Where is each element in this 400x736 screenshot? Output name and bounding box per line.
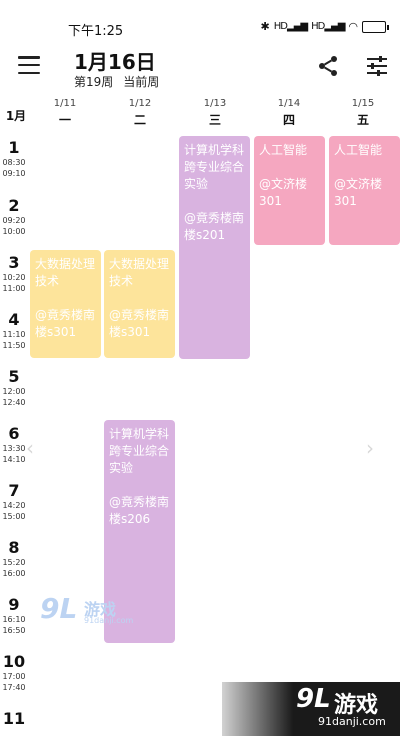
slot-8: 8 15:20 16:00 xyxy=(2,538,26,578)
timetable-grid: 1 08:30 09:10 2 09:20 10:00 3 10:20 11:00 4 11:… xyxy=(0,134,400,736)
month-label: 1月 xyxy=(5,109,27,123)
slot-1: 1 08:30 09:10 xyxy=(2,138,26,178)
chevron-right-icon[interactable]: › xyxy=(366,436,380,460)
slot-3: 3 10:20 11:00 xyxy=(2,253,26,293)
page-title: 1月16日 xyxy=(74,50,156,74)
day-header-wed: 1/13 三 xyxy=(203,98,227,127)
week-info: 第19周 当前周 xyxy=(74,73,159,90)
slot-10: 10 17:00 17:40 xyxy=(2,652,26,692)
slot-9: 9 16:10 16:50 xyxy=(2,595,26,635)
day-header-row: 1月 1/11 一 1/12 二 1/13 三 1/14 四 1/15 五 xyxy=(0,96,400,132)
watermark-logo: 9L 游戏 91danji.com xyxy=(40,592,134,625)
status-time: 下午1:25 xyxy=(68,24,124,39)
week-number: 第19周 xyxy=(74,75,114,89)
day-header-fri: 1/15 五 xyxy=(351,98,375,127)
chevron-left-icon[interactable]: ‹ xyxy=(26,436,40,460)
status-bar: 下午1:25 ✱ HD▂▄▆ HD▂▄▆ ◠ xyxy=(0,0,400,40)
day-header-thu: 1/14 四 xyxy=(277,98,301,127)
day-header-tue: 1/12 二 xyxy=(128,98,152,127)
tune-icon[interactable] xyxy=(366,56,388,76)
signal-icon-2: HD▂▄▆ xyxy=(311,21,345,32)
slot-7: 7 14:20 15:00 xyxy=(2,481,26,521)
slot-5: 5 12:00 12:40 xyxy=(2,367,26,407)
course-card-tue-1[interactable]: 大数据处理技术 @竟秀楼南楼s301 xyxy=(104,250,175,358)
menu-icon[interactable] xyxy=(18,56,40,74)
slot-4: 4 11:10 11:50 xyxy=(2,310,26,350)
course-card-wed[interactable]: 计算机学科跨专业综合实验 @竟秀楼南楼s201 xyxy=(179,136,250,359)
course-card-thu[interactable]: 人工智能 @文济楼301 xyxy=(254,136,325,245)
wifi-icon: ◠ xyxy=(348,20,358,33)
app-header: 1月16日 第19周 当前周 xyxy=(0,40,400,94)
share-icon[interactable] xyxy=(316,54,340,78)
watermark-badge: 9L 游戏 91danji.com xyxy=(222,682,400,736)
bluetooth-icon: ✱ xyxy=(260,20,270,33)
course-card-mon[interactable]: 大数据处理技术 @竟秀楼南楼s301 xyxy=(30,250,101,358)
slot-6: 6 13:30 14:10 xyxy=(2,424,26,464)
signal-icon: HD▂▄▆ xyxy=(273,21,308,32)
day-header-mon: 1/11 一 xyxy=(53,98,77,127)
status-icons: ✱ HD▂▄▆ HD▂▄▆ ◠ xyxy=(260,20,389,33)
course-card-fri[interactable]: 人工智能 @文济楼301 xyxy=(329,136,400,245)
current-week-label: 当前周 xyxy=(123,75,160,89)
slot-2: 2 09:20 10:00 xyxy=(2,196,26,236)
slot-11: 11 xyxy=(2,709,26,728)
battery-icon xyxy=(362,20,389,33)
